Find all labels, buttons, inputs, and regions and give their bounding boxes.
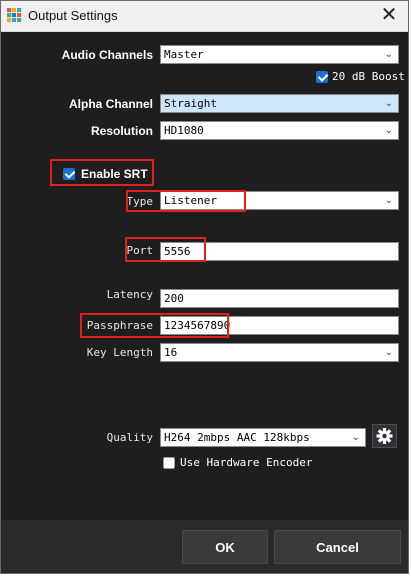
quality-value: H264 2mbps AAC 128kbps (164, 431, 310, 444)
key-length-label: Key Length (86, 346, 153, 359)
latency-value: 200 (164, 292, 184, 305)
window-title: Output Settings (28, 8, 118, 23)
audio-channels-select[interactable]: Master ⌄ (160, 45, 399, 64)
chevron-down-icon: ⌄ (384, 347, 393, 358)
key-length-value: 16 (164, 346, 178, 359)
title-bar: Output Settings ✕ (1, 1, 408, 32)
port-highlight (125, 237, 206, 262)
alpha-channel-select[interactable]: Straight ⌄ (160, 94, 399, 113)
resolution-label: Resolution (91, 124, 153, 138)
passphrase-highlight (80, 313, 229, 338)
settings-panel: Audio Channels Master ⌄ 20 dB Boost Alph… (1, 32, 408, 520)
key-length-select[interactable]: 16 ⌄ (160, 343, 399, 362)
alpha-channel-value: Straight (164, 97, 217, 110)
quality-label: Quality (106, 431, 153, 444)
chevron-down-icon: ⌄ (351, 432, 360, 443)
chevron-down-icon: ⌄ (384, 98, 393, 109)
chevron-down-icon: ⌄ (384, 49, 393, 60)
boost-label: 20 dB Boost (332, 70, 405, 83)
resolution-value: HD1080 (164, 124, 204, 137)
boost-checkbox[interactable] (316, 71, 328, 83)
app-grid-icon (7, 8, 23, 24)
latency-label: Latency (106, 288, 153, 301)
output-settings-window: Output Settings ✕ Audio Channels Master … (0, 0, 409, 574)
gear-icon (376, 428, 393, 444)
ok-button[interactable]: OK (182, 530, 268, 564)
chevron-down-icon: ⌄ (384, 125, 393, 136)
latency-input[interactable]: 200 (160, 289, 399, 308)
dialog-footer: OK Cancel (1, 520, 408, 573)
quality-settings-button[interactable] (372, 424, 397, 448)
chevron-down-icon: ⌄ (384, 195, 393, 206)
resolution-select[interactable]: HD1080 ⌄ (160, 121, 399, 140)
close-icon[interactable]: ✕ (376, 4, 402, 28)
alpha-channel-label: Alpha Channel (68, 97, 153, 111)
audio-channels-label: Audio Channels (61, 48, 153, 62)
audio-channels-value: Master (164, 48, 204, 61)
hardware-encoder-label: Use Hardware Encoder (180, 456, 313, 469)
quality-select[interactable]: H264 2mbps AAC 128kbps ⌄ (160, 428, 366, 447)
enable-srt-highlight (50, 159, 154, 186)
hardware-encoder-checkbox[interactable] (163, 457, 175, 469)
cancel-button[interactable]: Cancel (274, 530, 401, 564)
type-highlight (126, 190, 246, 212)
